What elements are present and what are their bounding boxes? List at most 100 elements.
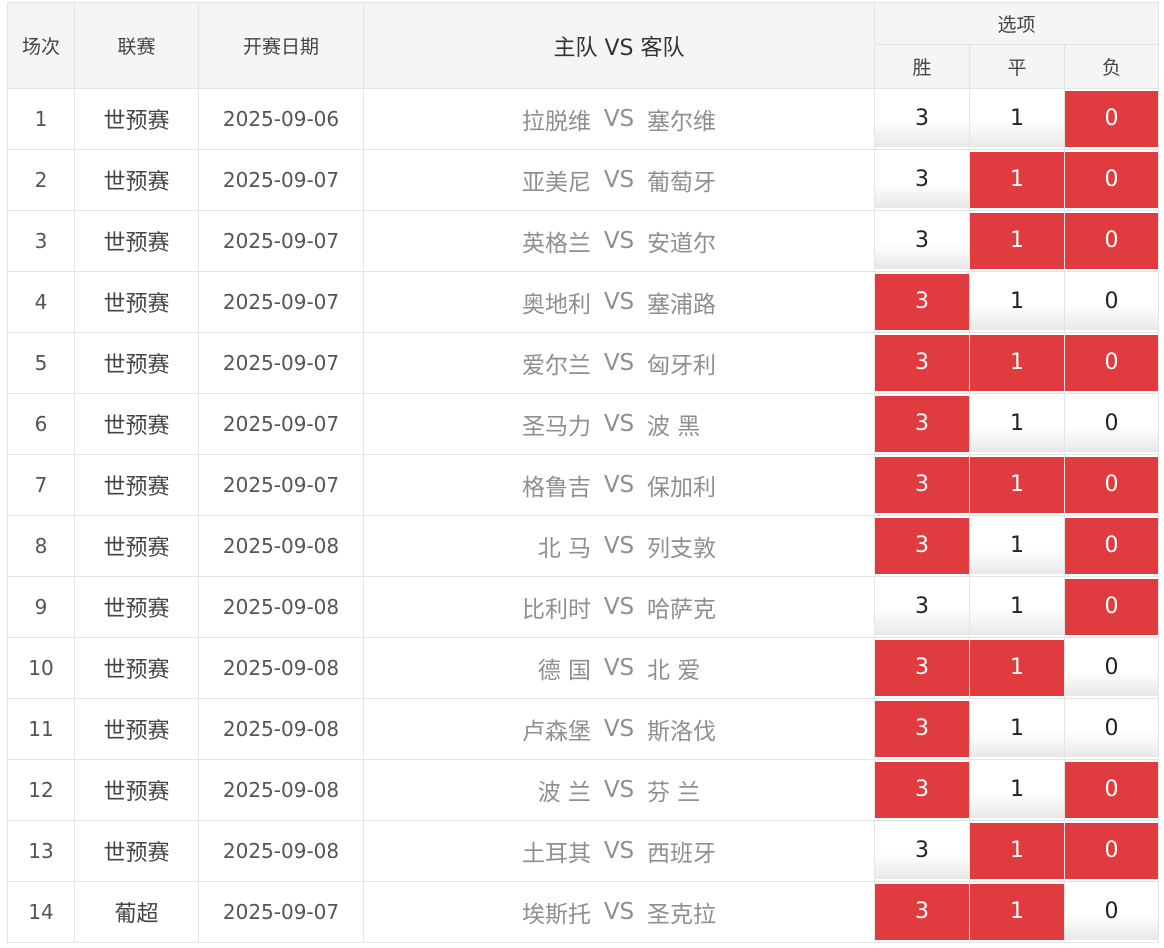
option-lose-button[interactable]: 0 (1065, 91, 1158, 147)
option-draw-button[interactable]: 1 (970, 213, 1064, 269)
option-lose-button[interactable]: 0 (1065, 579, 1158, 635)
row-num-text: 13 (28, 839, 54, 863)
away-team: 哈萨克 (647, 597, 716, 623)
option-lose-button[interactable]: 0 (1065, 884, 1158, 940)
option-win-button[interactable]: 3 (875, 335, 969, 391)
option-win-button[interactable]: 3 (875, 701, 969, 757)
match-line: 圣马力 VS 波 黑 (365, 407, 874, 441)
row-num-text: 1 (34, 107, 48, 131)
table-row: 6 世预赛 2025-09-07 圣马力 VS 波 黑 3 1 0 (7, 393, 1160, 455)
option-lose-button[interactable]: 0 (1065, 335, 1158, 391)
home-team: 埃斯托 (522, 902, 591, 928)
home-team: 爱尔兰 (522, 353, 591, 379)
option-draw-button[interactable]: 1 (970, 518, 1064, 574)
row-date: 2025-09-08 (198, 637, 364, 699)
away-team: 塞尔维 (647, 109, 716, 135)
row-date: 2025-09-07 (198, 881, 364, 943)
option-win-button[interactable]: 3 (875, 91, 969, 147)
option-win-button[interactable]: 3 (875, 213, 969, 269)
row-num: 7 (7, 454, 75, 516)
row-league: 世预赛 (74, 393, 199, 455)
option-draw-button[interactable]: 1 (970, 579, 1064, 635)
home-team: 圣马力 (522, 414, 591, 440)
option-draw-cell: 1 (969, 515, 1065, 577)
option-win-button[interactable]: 3 (875, 152, 969, 208)
page: 场次 联赛 开赛日期 主队 VS 客队 选项 胜 平 负 1 世预赛 2025-… (0, 0, 1164, 948)
option-draw-button[interactable]: 1 (970, 884, 1064, 940)
row-num: 8 (7, 515, 75, 577)
option-win-button[interactable]: 3 (875, 457, 969, 513)
match-line: 爱尔兰 VS 匈牙利 (365, 346, 874, 380)
table-row: 11 世预赛 2025-09-08 卢森堡 VS 斯洛伐 3 1 0 (7, 698, 1160, 760)
option-lose-button[interactable]: 0 (1065, 274, 1158, 330)
row-num: 14 (7, 881, 75, 943)
option-draw-button[interactable]: 1 (970, 274, 1064, 330)
option-lose-button[interactable]: 0 (1065, 457, 1158, 513)
row-num-text: 14 (28, 900, 54, 924)
option-win-button[interactable]: 3 (875, 823, 969, 879)
row-match: 奥地利 VS 塞浦路 (363, 271, 875, 333)
option-win-cell: 3 (874, 698, 970, 760)
option-lose-button[interactable]: 0 (1065, 823, 1158, 879)
option-draw-button[interactable]: 1 (970, 335, 1064, 391)
row-date: 2025-09-07 (198, 210, 364, 272)
option-lose-cell: 0 (1063, 454, 1160, 516)
vs-label: VS (603, 106, 635, 132)
option-win-button[interactable]: 3 (875, 762, 969, 818)
row-num: 1 (7, 88, 75, 150)
home-team: 波 兰 (537, 780, 591, 806)
row-num-text: 11 (28, 717, 54, 741)
option-lose-button[interactable]: 0 (1065, 518, 1158, 574)
option-win-button[interactable]: 3 (875, 884, 969, 940)
vs-label: VS (603, 167, 635, 193)
option-lose-button[interactable]: 0 (1065, 213, 1158, 269)
option-lose-button[interactable]: 0 (1065, 762, 1158, 818)
option-draw-button[interactable]: 1 (970, 457, 1064, 513)
option-win-button[interactable]: 3 (875, 274, 969, 330)
option-draw-button[interactable]: 1 (970, 701, 1064, 757)
option-draw-button[interactable]: 1 (970, 823, 1064, 879)
row-league-text: 世预赛 (103, 719, 170, 744)
option-draw-button[interactable]: 1 (970, 762, 1064, 818)
option-draw-button[interactable]: 1 (970, 152, 1064, 208)
away-team: 塞浦路 (647, 292, 716, 318)
option-win-button[interactable]: 3 (875, 579, 969, 635)
match-line: 卢森堡 VS 斯洛伐 (365, 712, 874, 746)
match-table: 场次 联赛 开赛日期 主队 VS 客队 选项 胜 平 负 1 世预赛 2025-… (7, 2, 1160, 943)
row-league-text: 世预赛 (103, 170, 170, 195)
row-num: 13 (7, 820, 75, 882)
row-num-text: 9 (34, 595, 48, 619)
option-lose-button[interactable]: 0 (1065, 152, 1158, 208)
option-draw-button[interactable]: 1 (970, 640, 1064, 696)
row-date-text: 2025-09-08 (222, 656, 340, 680)
option-lose-button[interactable]: 0 (1065, 701, 1158, 757)
option-draw-cell: 1 (969, 393, 1065, 455)
option-win-cell: 3 (874, 332, 970, 394)
option-lose-button[interactable]: 0 (1065, 640, 1158, 696)
option-draw-button[interactable]: 1 (970, 396, 1064, 452)
home-team: 亚美尼 (522, 170, 591, 196)
row-date: 2025-09-07 (198, 271, 364, 333)
match-line: 土耳其 VS 西班牙 (365, 834, 874, 868)
option-win-button[interactable]: 3 (875, 518, 969, 574)
row-num-text: 8 (34, 534, 48, 558)
option-lose-cell: 0 (1063, 576, 1160, 638)
header-draw: 平 (969, 44, 1065, 89)
option-win-button[interactable]: 3 (875, 396, 969, 452)
match-line: 英格兰 VS 安道尔 (365, 224, 874, 258)
option-win-button[interactable]: 3 (875, 640, 969, 696)
option-lose-cell: 0 (1063, 881, 1160, 943)
vs-label: VS (603, 777, 635, 803)
away-team: 斯洛伐 (647, 719, 716, 745)
home-team: 卢森堡 (522, 719, 591, 745)
option-lose-button[interactable]: 0 (1065, 396, 1158, 452)
row-league-text: 世预赛 (103, 475, 170, 500)
home-team: 拉脱维 (522, 109, 591, 135)
row-num: 9 (7, 576, 75, 638)
row-league: 世预赛 (74, 759, 199, 821)
away-team: 芬 兰 (647, 780, 701, 806)
row-date-text: 2025-09-06 (222, 107, 340, 131)
option-draw-button[interactable]: 1 (970, 91, 1064, 147)
header-lose: 负 (1063, 44, 1160, 89)
row-date-text: 2025-09-07 (222, 229, 340, 253)
